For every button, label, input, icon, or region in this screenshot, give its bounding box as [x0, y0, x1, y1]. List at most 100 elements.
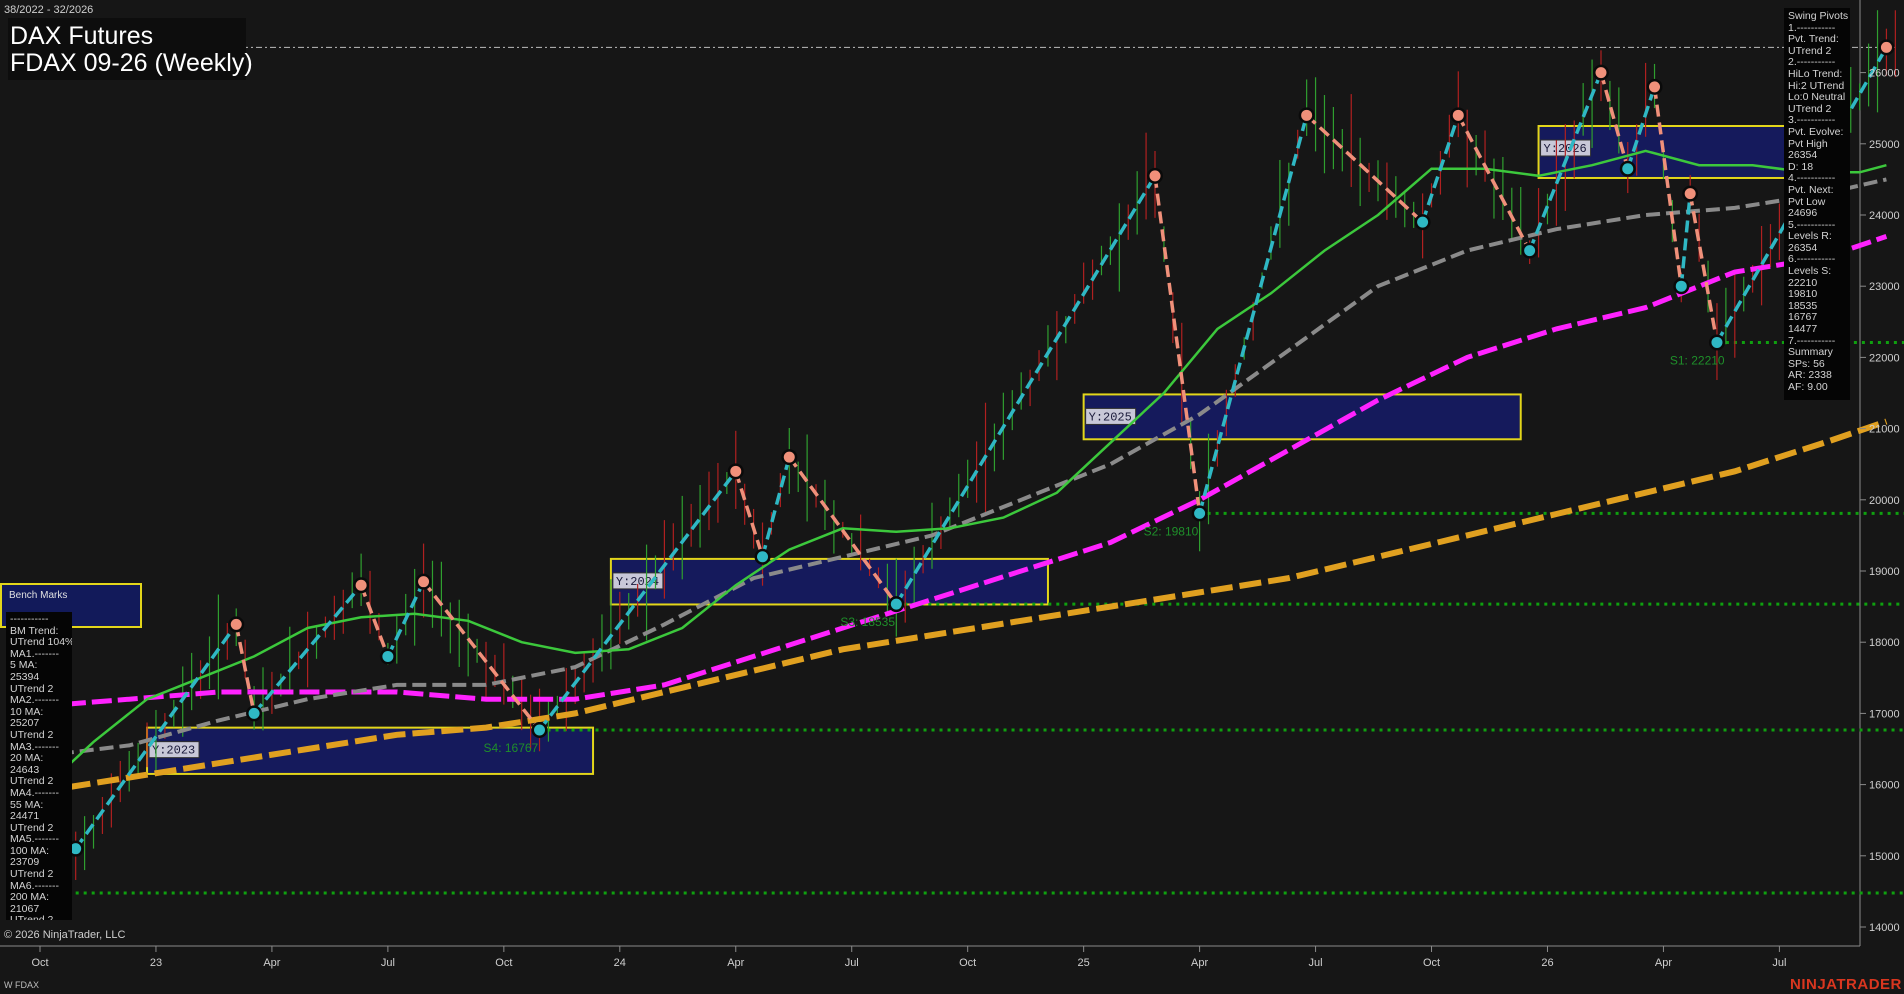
- pivot-line: [1679, 193, 1692, 287]
- pivot-high-marker: [783, 451, 795, 463]
- y-tick-label: 25000: [1869, 139, 1900, 151]
- pivot-high-marker: [418, 576, 430, 588]
- support-label: S3: 18535: [840, 615, 895, 629]
- x-tick-label: Apr: [727, 957, 744, 969]
- y-tick-label: 16000: [1869, 780, 1900, 792]
- x-tick-label: Jul: [381, 957, 395, 969]
- pivot-high-marker: [355, 579, 367, 591]
- yearly-box: [1082, 393, 1522, 441]
- info-line: Swing Pivots: [1788, 10, 1849, 22]
- yearly-box: [609, 557, 1049, 606]
- y-tick-label: 15000: [1869, 851, 1900, 863]
- pivot-high-marker: [230, 618, 242, 630]
- y-axis: 14000 15000 16000 17000 18000 19000 20000 21000…: [1860, 68, 1900, 934]
- ma-20-line: [39, 149, 1887, 793]
- pivot-low-marker: [890, 598, 902, 610]
- bench-line: UTrend 2: [10, 728, 54, 741]
- x-tick-label: Oct: [495, 957, 512, 969]
- info-line: Pvt. Next:: [1788, 183, 1834, 196]
- bench-line: -----------: [10, 613, 49, 625]
- date-range: 38/2022 - 32/2026: [4, 4, 94, 16]
- pivot-low-marker: [382, 650, 394, 662]
- bench-line: 25394: [10, 670, 40, 683]
- x-tick-label: Oct: [31, 957, 48, 969]
- chart-title-line1: DAX Futures: [10, 22, 154, 50]
- x-tick-label: 25: [1078, 957, 1090, 969]
- x-tick-label: Oct: [1423, 957, 1440, 969]
- bench-line: MA4.-------: [10, 786, 59, 799]
- x-axis: Oct 23 Apr Jul Oct 24 Apr Jul Oct 25 Apr Jul Oct 26 Ap…: [31, 946, 1786, 969]
- pivot-line: [734, 470, 765, 558]
- info-line: 24696: [1788, 207, 1818, 220]
- pivot-high-marker: [1149, 170, 1161, 182]
- y-tick-label: 24000: [1869, 210, 1900, 222]
- y-tick-label: 22000: [1869, 352, 1900, 364]
- moving-averages: [39, 149, 1888, 795]
- pivot-line: [760, 456, 791, 558]
- pivot-line: [1197, 114, 1309, 514]
- info-line: Levels S:: [1788, 265, 1832, 278]
- support-label: S4: 16767: [484, 741, 539, 755]
- pivot-low-marker: [1711, 336, 1723, 348]
- x-tick-label: Apr: [1655, 957, 1672, 969]
- pivot-low-marker: [1524, 245, 1536, 257]
- price-chart[interactable]: Y:2023Y:2024Y:2025Y:2026F0 S1: 22210S2: …: [0, 0, 1904, 994]
- pivot-line: [1456, 114, 1532, 252]
- ma-55-line: [39, 177, 1887, 759]
- x-tick-label: Apr: [263, 957, 280, 969]
- y-tick-label: 18000: [1869, 637, 1900, 649]
- pivot-high-marker: [1452, 109, 1464, 121]
- y-tick-label: 21000: [1869, 424, 1900, 436]
- info-line: 26354: [1788, 149, 1818, 162]
- x-tick-label: Jul: [1309, 957, 1323, 969]
- pivot-low-marker: [1675, 280, 1687, 292]
- bench-line: UTrend 2: [10, 868, 54, 881]
- pivot-low-marker: [757, 551, 769, 563]
- info-line: 14477: [1788, 323, 1818, 336]
- pivot-line: [234, 624, 256, 714]
- bench-marks-panel: ----------- BM Trend: UTrend 104% MA1.-----…: [6, 612, 72, 920]
- bench-line: UTrend 2: [10, 915, 68, 920]
- pivot-high-marker: [1649, 81, 1661, 93]
- y-tick-label: 17000: [1869, 708, 1900, 720]
- pivot-high-marker: [1684, 188, 1696, 200]
- x-tick-label: 23: [150, 957, 162, 969]
- pivot-high-marker: [1595, 67, 1607, 79]
- pivot-low-marker: [248, 707, 260, 719]
- pivot-low-marker: [534, 724, 546, 736]
- y-tick-label: 26000: [1869, 68, 1900, 80]
- instrument-label: W FDAX: [4, 980, 39, 990]
- pivot-line: [1688, 193, 1719, 343]
- bench-line: MA2.-------: [10, 694, 59, 707]
- x-tick-label: Oct: [959, 957, 976, 969]
- bench-line: 20 MA:: [10, 752, 44, 765]
- info-line: HiLo Trend:: [1788, 67, 1843, 80]
- pivot-low-marker: [1194, 507, 1206, 519]
- info-line: Pvt. Evolve:: [1788, 125, 1844, 138]
- copyright: © 2026 NinjaTrader, LLC: [4, 929, 126, 941]
- y-tick-label: 23000: [1869, 281, 1900, 293]
- pivot-high-marker: [1301, 109, 1313, 121]
- x-tick-label: Jul: [1772, 957, 1786, 969]
- x-tick-label: 26: [1541, 957, 1553, 969]
- support-label: S2: 19810: [1144, 524, 1199, 538]
- pivot-line: [1153, 175, 1202, 514]
- info-line: AF: 9.00: [1788, 381, 1828, 393]
- pivot-line: [386, 580, 426, 658]
- ninjatrader-logo: NINJATRADER: [1790, 976, 1902, 993]
- x-tick-label: 24: [614, 957, 626, 969]
- bench-marks-title: Bench Marks: [9, 590, 68, 601]
- pivot-high-marker: [1880, 41, 1892, 53]
- pivot-high-marker: [730, 465, 742, 477]
- x-tick-label: Apr: [1191, 957, 1208, 969]
- support-label: S1: 22210: [1670, 353, 1725, 367]
- x-tick-label: Jul: [845, 957, 859, 969]
- pivot-low-marker: [1622, 163, 1634, 175]
- bench-line: 24471: [10, 810, 40, 823]
- chart-title-line2: FDAX 09-26 (Weekly): [10, 49, 253, 77]
- pivot-line: [1652, 86, 1684, 287]
- yearly-box-label: Y:2025: [1089, 410, 1132, 424]
- info-line: Lo:0 Neutral: [1788, 91, 1846, 104]
- pivot-low-marker: [1417, 216, 1429, 228]
- y-tick-label: 19000: [1869, 566, 1900, 578]
